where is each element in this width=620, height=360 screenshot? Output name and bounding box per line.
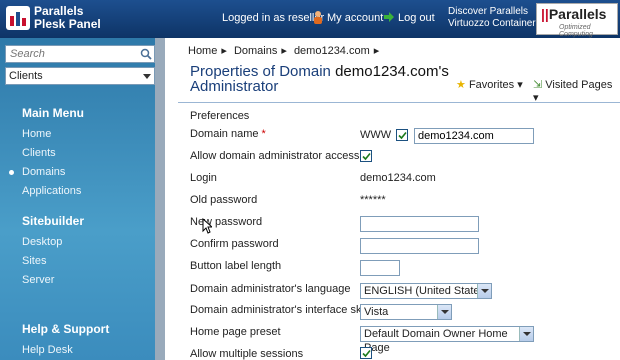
confirm-password-input[interactable] [360,238,479,254]
sidebar-item-home[interactable]: Home [22,128,51,140]
button-label-length-label: Button label length [190,260,282,272]
main-menu-title: Main Menu [22,106,84,120]
help-support-title: Help & Support [22,322,110,336]
main-content: Home ▸ Domains ▸ demo1234.com ▸ Properties … [178,38,620,360]
breadcrumb-domain[interactable]: demo1234.com [294,45,370,57]
checkmark-icon [362,152,371,161]
breadcrumb: Home ▸ Domains ▸ demo1234.com ▸ [188,45,380,57]
checkmark-icon [362,349,371,358]
visited-pages-menu[interactable]: ⇲ Visited Pages ▾ [533,78,620,104]
checkmark-icon [398,131,407,140]
user-icon [314,11,322,24]
log-out-link[interactable]: Log out [398,12,435,24]
www-checkbox[interactable] [396,129,408,141]
domain-name-label: Domain name * [190,128,266,140]
favorites-menu[interactable]: ★ Favorites ▾ [456,78,523,91]
active-bullet-icon [9,170,14,175]
sidebar-item-desktop[interactable]: Desktop [22,236,62,248]
search-box [5,45,155,63]
home-page-preset-label: Home page preset [190,326,281,338]
www-label: WWW [360,129,392,141]
page-title: Properties of Domain demo1234.com's Admi… [190,63,449,95]
log-out-icon [384,12,394,22]
sidebar-item-server[interactable]: Server [22,274,54,286]
sidebar-item-clients[interactable]: Clients [22,147,56,159]
chevron-down-icon [437,305,451,319]
search-icon[interactable] [140,48,152,60]
language-label: Domain administrator's language [190,283,351,295]
login-label: Login [190,172,217,184]
search-scope-select[interactable]: Clients [5,67,155,85]
breadcrumb-home[interactable]: Home [188,45,217,57]
sitebuilder-title: Sitebuilder [22,214,85,228]
sidebar: Clients Main Menu Home Clients Domains A… [0,38,165,360]
preferences-heading: Preferences [190,110,250,122]
discover-link[interactable]: Discover Parallels Virtuozzo Containers [448,6,541,30]
sidebar-item-applications[interactable]: Applications [22,185,81,197]
allow-multiple-sessions-checkbox[interactable] [360,347,372,359]
language-select[interactable]: ENGLISH (United States) [360,283,492,299]
allow-access-label: Allow domain administrator access [190,150,360,162]
my-account-link[interactable]: My account [327,12,383,24]
mouse-cursor-icon [202,218,212,234]
chevron-down-icon [519,327,533,341]
login-value: demo1234.com [360,172,436,184]
confirm-password-label: Confirm password [190,238,279,250]
visited-pages-icon: ⇲ [533,79,543,91]
old-password-value: ****** [360,194,386,206]
interface-skin-select[interactable]: Vista [360,304,452,320]
sidebar-item-help-desk[interactable]: Help Desk [22,344,73,356]
button-label-length-input[interactable] [360,260,400,276]
parallels-brand-logo: ||Parallels Optimized Computing [536,3,618,38]
divider [178,102,620,103]
top-header: Parallels Plesk Panel Logged in as resel… [0,0,620,38]
plesk-logo-icon [6,6,30,30]
domain-name-input[interactable] [414,128,534,144]
interface-skin-label: Domain administrator's interface skin [190,304,371,316]
sidebar-item-sites[interactable]: Sites [22,255,46,267]
new-password-label: New password [190,216,263,228]
search-input[interactable] [6,46,136,62]
sidebar-item-domains[interactable]: Domains [22,166,65,178]
home-page-preset-select[interactable]: Default Domain Owner Home Page [360,326,534,354]
new-password-input[interactable] [360,216,479,232]
chevron-down-icon [143,74,151,79]
allow-access-checkbox[interactable] [360,150,372,162]
star-icon: ★ [456,79,466,91]
chevron-down-icon [477,284,491,298]
old-password-label: Old password [190,194,258,206]
sidebar-splitter[interactable] [155,38,165,360]
allow-multiple-sessions-label: Allow multiple sessions [190,348,304,360]
breadcrumb-domains[interactable]: Domains [234,45,277,57]
logged-in-text: Logged in as reseller [222,12,325,24]
product-name: Parallels Plesk Panel [34,4,101,31]
